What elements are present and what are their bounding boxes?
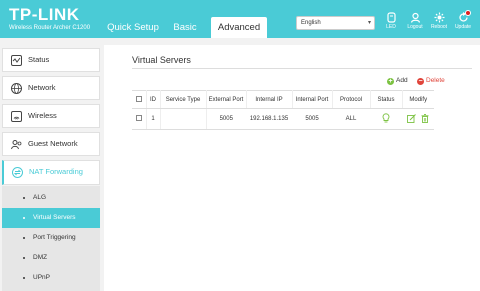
cell-status <box>370 108 402 130</box>
sidebar-subitem-label: DMZ <box>33 254 48 261</box>
logout-button[interactable]: Logout <box>402 12 428 30</box>
led-icon <box>386 12 396 23</box>
wireless-icon <box>11 111 22 122</box>
update-label: Update <box>454 24 472 30</box>
cell-internal-ip: 192.168.1.135 <box>246 108 292 130</box>
column-header: External Port <box>206 90 247 109</box>
lightbulb-icon[interactable] <box>382 113 390 123</box>
bullet-icon <box>23 277 25 279</box>
add-label: Add <box>396 77 408 84</box>
select-all-checkbox[interactable] <box>135 95 142 102</box>
led-button[interactable]: LED <box>378 12 404 30</box>
add-icon: + <box>387 78 394 85</box>
reboot-icon <box>434 12 444 23</box>
sidebar-item-label: Wireless <box>28 111 57 120</box>
column-header: Modify <box>402 90 434 109</box>
guest-icon <box>11 140 22 150</box>
nat-icon <box>12 167 23 178</box>
cell-id: 1 <box>146 108 161 130</box>
brand-logo: TP-LINK <box>9 5 80 24</box>
table-header-row: ID Service Type External Port Internal I… <box>132 90 434 109</box>
sidebar-item-wireless[interactable]: Wireless <box>2 104 100 128</box>
column-header: Internal IP <box>246 90 293 109</box>
cell-internal-port: 5005 <box>292 108 332 130</box>
reboot-label: Reboot <box>430 24 448 30</box>
sidebar-item-label: NAT Forwarding <box>29 167 83 176</box>
tab-advanced[interactable]: Advanced <box>211 17 267 38</box>
cell-external-port: 5005 <box>206 108 246 130</box>
sidebar-item-label: Status <box>28 55 50 64</box>
edit-icon[interactable] <box>407 113 417 123</box>
sidebar-item-nat-forwarding[interactable]: NAT Forwarding <box>2 160 100 185</box>
delete-label: Delete <box>426 77 445 84</box>
cell-service-type <box>160 108 207 130</box>
brand: TP-LINK Wireless Router Archer C1200 <box>9 6 90 32</box>
sidebar-subitem-virtual-servers[interactable]: Virtual Servers <box>2 208 100 228</box>
cell-modify <box>402 108 434 130</box>
sidebar-subitem-dmz[interactable]: DMZ <box>2 248 100 268</box>
bullet-icon <box>23 197 25 199</box>
bullet-icon <box>23 237 25 239</box>
column-header: Status <box>370 90 403 109</box>
language-selected: English <box>301 20 321 26</box>
top-header: TP-LINK Wireless Router Archer C1200 Qui… <box>0 0 480 38</box>
logout-label: Logout <box>407 24 423 30</box>
sidebar-subitem-port-triggering[interactable]: Port Triggering <box>2 228 100 248</box>
bullet-icon <box>23 217 25 219</box>
bullet-icon <box>23 257 25 259</box>
sidebar-item-status[interactable]: Status <box>2 48 100 72</box>
sidebar-subitem-label: Port Triggering <box>33 234 76 241</box>
column-header: Internal Port <box>292 90 333 109</box>
sidebar-subitem-label: ALG <box>33 194 47 201</box>
main-panel: Virtual Servers + Add − Delete ID Service … <box>104 45 480 291</box>
logout-icon <box>410 12 420 23</box>
tab-basic[interactable]: Basic <box>166 17 204 38</box>
sidebar-item-label: Guest Network <box>28 139 78 148</box>
title-divider <box>132 68 472 69</box>
select-all-cell <box>132 90 147 109</box>
globe-icon <box>11 83 22 94</box>
language-select[interactable]: English ▾ <box>296 16 375 30</box>
tab-quick-setup[interactable]: Quick Setup <box>104 17 162 38</box>
column-header: Service Type <box>160 90 207 109</box>
sidebar-item-guest-network[interactable]: Guest Network <box>2 132 100 156</box>
row-checkbox[interactable] <box>135 115 142 121</box>
status-icon <box>11 55 22 66</box>
column-header: Protocol <box>332 90 371 109</box>
sidebar-subitem-label: Virtual Servers <box>33 214 76 221</box>
brand-model: Wireless Router Archer C1200 <box>9 25 91 31</box>
update-badge <box>465 10 471 16</box>
virtual-servers-table: ID Service Type External Port Internal I… <box>132 90 434 130</box>
sidebar-subitem-label: UPnP <box>33 274 50 281</box>
reboot-button[interactable]: Reboot <box>426 12 452 30</box>
row-select-cell <box>132 108 147 130</box>
trash-icon[interactable] <box>421 113 429 123</box>
chevron-down-icon: ▾ <box>367 20 371 26</box>
column-header: ID <box>146 90 161 109</box>
delete-button[interactable]: − Delete <box>417 77 445 85</box>
sidebar-subitem-alg[interactable]: ALG <box>2 188 100 208</box>
sidebar-subitem-upnp[interactable]: UPnP <box>2 268 100 288</box>
sidebar-item-network[interactable]: Network <box>2 76 100 100</box>
page-title: Virtual Servers <box>132 55 191 65</box>
led-label: LED <box>386 24 396 30</box>
sidebar-item-label: Network <box>28 83 56 92</box>
delete-icon: − <box>417 78 424 85</box>
cell-protocol: ALL <box>332 108 370 130</box>
table-row: 1 5005 192.168.1.135 5005 ALL <box>132 108 434 130</box>
add-button[interactable]: + Add <box>387 77 408 85</box>
update-button[interactable]: Update <box>450 10 476 30</box>
